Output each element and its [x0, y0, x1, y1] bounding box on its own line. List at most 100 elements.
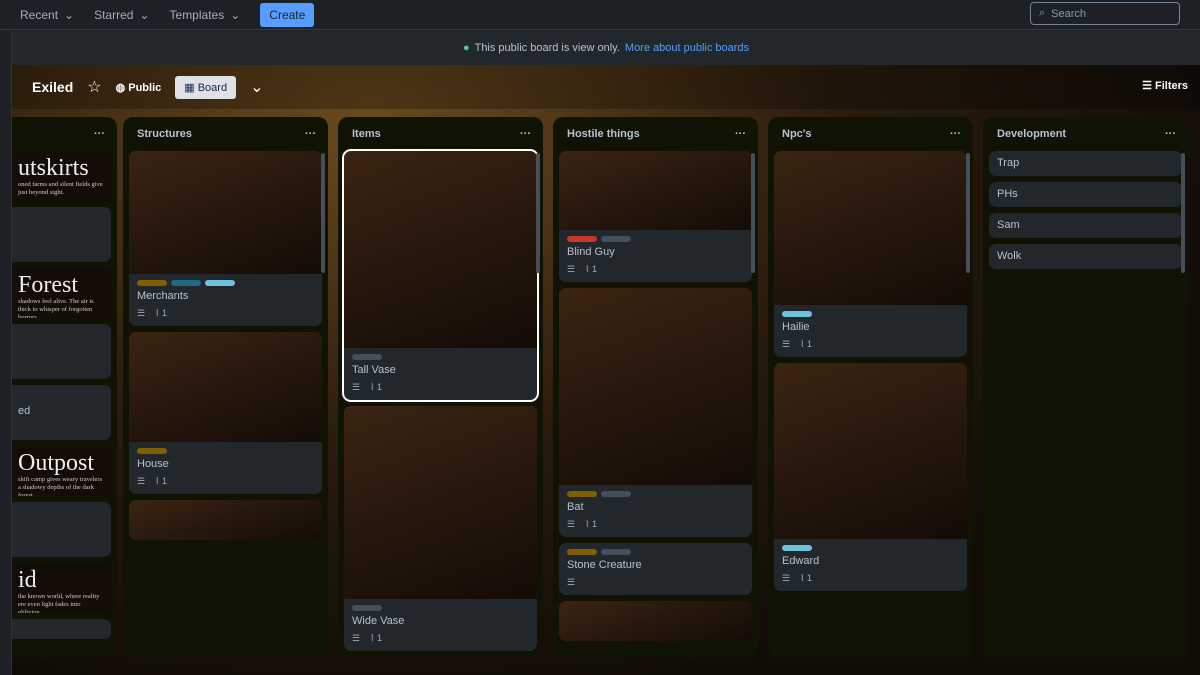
cover-card[interactable]: id the known world, where reality ere eve…	[12, 563, 111, 613]
card-title: Trap	[997, 157, 1020, 169]
list-development: Development ··· Trap PHs Sam Wolk	[983, 117, 1188, 657]
cover-card[interactable]: Outpost shift camp gives weary travelers …	[12, 446, 111, 496]
public-board-notice: ● This public board is view only. More a…	[12, 31, 1200, 65]
card-label[interactable]	[601, 549, 631, 555]
card[interactable]	[129, 500, 322, 540]
star-icon[interactable]: ☆	[87, 77, 101, 97]
more-icon[interactable]: ···	[950, 128, 961, 140]
more-icon[interactable]: ···	[520, 128, 531, 140]
list-scrollbar[interactable]	[1181, 153, 1185, 273]
attachment-count: 1	[162, 308, 168, 318]
cover-subtitle: oned farms and silent fields give just b…	[18, 181, 103, 196]
card[interactable]: Wide Vase ☰ ⌇ 1	[344, 406, 537, 651]
paperclip-icon: ⌇	[370, 633, 375, 643]
list-title[interactable]: Items	[352, 128, 381, 140]
chevron-down-icon[interactable]: ⌄	[250, 77, 263, 97]
attachment-count: 1	[592, 264, 598, 274]
card[interactable]: PHs	[989, 182, 1182, 207]
card-label[interactable]	[137, 448, 167, 454]
card[interactable]: Tall Vase ☰ ⌇ 1	[342, 149, 539, 402]
card-label[interactable]	[782, 311, 812, 317]
attachment-count: 1	[807, 339, 813, 349]
card-title: Wide Vase	[352, 615, 405, 627]
filters-button[interactable]: ☰ Filters	[1142, 79, 1188, 92]
card-label[interactable]	[205, 280, 235, 286]
more-icon[interactable]: ···	[94, 128, 105, 140]
list-title[interactable]: Development	[997, 128, 1066, 140]
paperclip-icon: ⌇	[370, 382, 375, 392]
card[interactable]	[12, 207, 111, 262]
create-button[interactable]: Create	[260, 2, 315, 27]
chevron-down-icon: ⌄	[139, 7, 150, 22]
top-nav: Recent ⌄ Starred ⌄ Templates ⌄ Create ⌕ Sear…	[0, 0, 1200, 30]
search-input[interactable]: ⌕ Search	[1030, 2, 1180, 25]
nav-recent[interactable]: Recent ⌄	[20, 8, 74, 22]
card-title: ed	[18, 405, 31, 417]
card-label[interactable]	[782, 545, 812, 551]
card[interactable]: Trap	[989, 151, 1182, 176]
cover-card[interactable]: utskirts oned farms and silent fields giv…	[12, 151, 111, 201]
paperclip-icon: ⌇	[585, 519, 590, 529]
card-label[interactable]	[601, 236, 631, 242]
card[interactable]: House ☰ ⌇ 1	[129, 332, 322, 494]
list-title[interactable]: Hostile things	[567, 128, 640, 140]
more-icon[interactable]: ···	[1165, 128, 1176, 140]
card-label[interactable]	[567, 236, 597, 242]
list-scrollbar[interactable]	[966, 153, 970, 273]
board-view-button[interactable]: ▦ Board	[175, 75, 237, 99]
public-boards-link[interactable]: More about public boards	[625, 42, 749, 54]
card[interactable]: Bat ☰ ⌇ 1	[559, 288, 752, 537]
list-title[interactable]: Structures	[137, 128, 192, 140]
card[interactable]: Merchants ☰ ⌇ 1	[129, 151, 322, 326]
card[interactable]: Stone Creature ☰	[559, 543, 752, 595]
card-label[interactable]	[352, 354, 382, 360]
description-icon: ☰	[567, 577, 576, 587]
card[interactable]	[559, 601, 752, 641]
card-label[interactable]	[601, 491, 631, 497]
visibility-label: Public	[128, 81, 162, 94]
card[interactable]	[12, 619, 111, 639]
cover-title: utskirts	[18, 155, 89, 181]
list-title[interactable]: Npc's	[782, 128, 812, 140]
card[interactable]: Sam	[989, 213, 1182, 238]
nav-templates[interactable]: Templates ⌄	[170, 8, 241, 22]
card[interactable]: Hailie ☰ ⌇ 1	[774, 151, 967, 357]
list-partial: ··· utskirts oned farms and silent fields …	[12, 117, 117, 657]
card-cover-image	[129, 332, 322, 442]
description-icon: ☰	[782, 339, 791, 349]
paperclip-icon: ⌇	[585, 264, 590, 274]
list-scrollbar[interactable]	[321, 153, 325, 273]
nav-starred[interactable]: Starred ⌄	[94, 8, 149, 22]
card-title: Hailie	[782, 321, 810, 333]
list-header: ···	[12, 117, 117, 151]
attachment-badge: ⌇ 1	[155, 308, 167, 319]
visibility-button[interactable]: ◍ Public	[116, 81, 162, 94]
card[interactable]: Blind Guy ☰ ⌇ 1	[559, 151, 752, 282]
list-scrollbar[interactable]	[536, 153, 540, 273]
card[interactable]	[12, 324, 111, 379]
card-title: House	[137, 458, 169, 470]
cover-subtitle: shadows feel alive. The air is thick to …	[18, 298, 94, 318]
board-title[interactable]: Exiled	[32, 79, 73, 95]
paperclip-icon: ⌇	[155, 308, 160, 318]
cover-card[interactable]: Forest shadows feel alive. The air is thi…	[12, 268, 111, 318]
card[interactable]: Wolk	[989, 244, 1182, 269]
list-scrollbar[interactable]	[751, 153, 755, 273]
card[interactable]	[12, 502, 111, 557]
filters-label: Filters	[1154, 80, 1188, 92]
card-label[interactable]	[171, 280, 201, 286]
search-placeholder: Search	[1051, 7, 1087, 20]
sidebar-collapsed[interactable]	[0, 31, 12, 675]
card-label[interactable]	[567, 491, 597, 497]
nav-label: Templates	[169, 7, 225, 22]
card-cover-image	[559, 601, 752, 641]
more-icon[interactable]: ···	[305, 128, 316, 140]
card[interactable]: ed	[12, 385, 111, 440]
card-cover-image	[344, 406, 537, 599]
card[interactable]: Edward ☰ ⌇ 1	[774, 363, 967, 591]
card-label[interactable]	[567, 549, 597, 555]
card-label[interactable]	[137, 280, 167, 286]
more-icon[interactable]: ···	[735, 128, 746, 140]
card-label[interactable]	[352, 605, 382, 611]
nav-label: Starred	[94, 7, 134, 22]
